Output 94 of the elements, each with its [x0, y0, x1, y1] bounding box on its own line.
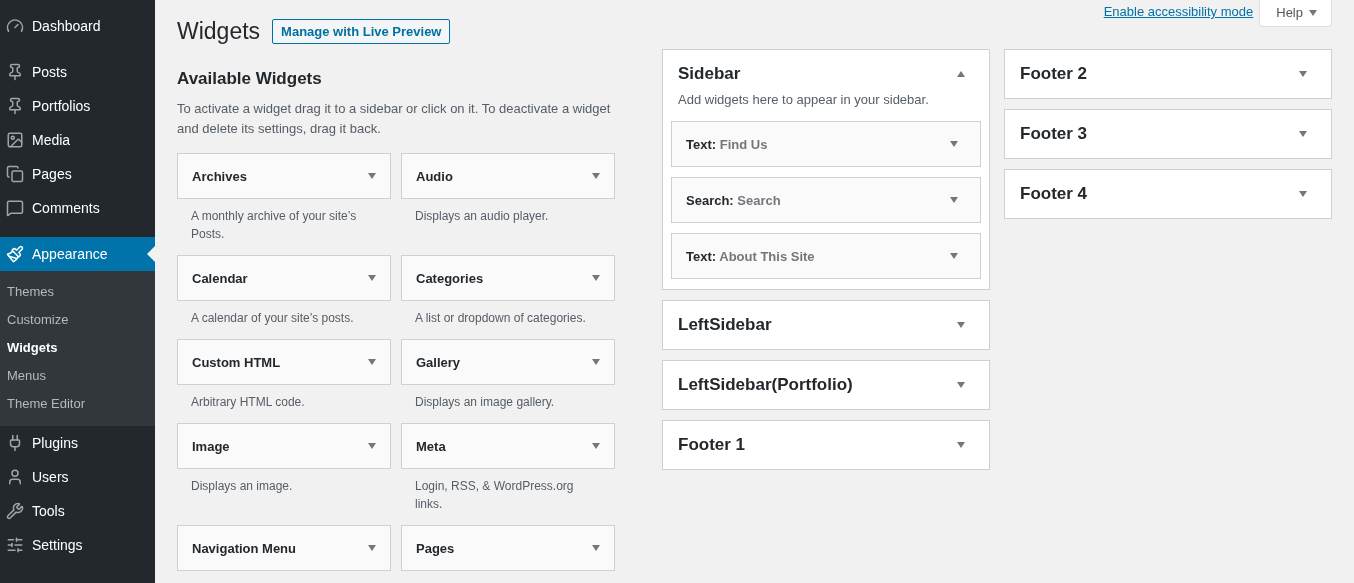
widget-name: Calendar: [192, 270, 248, 286]
caret-icon: [950, 141, 958, 147]
widget-description: A calendar of your site’s posts.: [190, 310, 355, 327]
submenu-item[interactable]: Widgets: [0, 334, 155, 362]
menu-item[interactable]: Users: [0, 460, 155, 494]
widget-item[interactable]: Archives: [177, 153, 391, 199]
widget-name: Text: Find Us: [686, 136, 768, 152]
widget-item[interactable]: Image: [177, 423, 391, 469]
sliders-icon: [6, 536, 24, 554]
caret-icon: [592, 443, 600, 449]
menu-item[interactable]: Pages: [0, 157, 155, 191]
caret-icon: [368, 443, 376, 449]
menu-item[interactable]: Portfolios: [0, 89, 155, 123]
menu-item[interactable]: Appearance: [0, 237, 155, 271]
widget-description: A list or dropdown of categories.: [414, 310, 587, 327]
live-preview-button[interactable]: Manage with Live Preview: [272, 19, 451, 44]
comment-icon: [6, 199, 24, 217]
widget-item[interactable]: Pages: [401, 525, 615, 571]
widget-name: Navigation Menu: [192, 540, 296, 556]
submenu-item[interactable]: Themes: [0, 278, 155, 306]
caret-icon: [592, 359, 600, 365]
menu-item[interactable]: Dashboard: [0, 9, 155, 43]
widget-name: Text: About This Site: [686, 248, 815, 264]
wrench-icon: [6, 502, 24, 520]
widget-area-title: Footer 1: [678, 435, 746, 455]
widget-name: Meta: [416, 438, 446, 454]
gauge-icon: [6, 17, 24, 35]
widget-area-header[interactable]: LeftSidebar: [663, 301, 989, 349]
caret-icon: [368, 275, 376, 281]
widget-area-title: LeftSidebar(Portfolio): [678, 375, 853, 395]
widget-name: Gallery: [416, 354, 461, 370]
widget-description: Displays an image.: [190, 478, 294, 495]
widget-area-title: Footer 3: [1020, 124, 1088, 144]
widget-item[interactable]: Search: Search: [671, 177, 981, 223]
submenu-item[interactable]: Customize: [0, 306, 155, 334]
widget-item[interactable]: Gallery: [401, 339, 615, 385]
widget-area-header[interactable]: Footer 2: [1005, 50, 1331, 98]
widget-name: Pages: [416, 540, 455, 556]
pages-icon: [6, 165, 24, 183]
widget-item[interactable]: Text: About This Site: [671, 233, 981, 279]
widget-description: Displays an audio player.: [414, 208, 550, 225]
pin-icon: [6, 97, 24, 115]
widget-item[interactable]: Text: Find Us: [671, 121, 981, 167]
menu-item[interactable]: Comments: [0, 191, 155, 225]
caret-icon: [368, 359, 376, 365]
widget-area-title: Footer 4: [1020, 184, 1088, 204]
widget-name: Search: Search: [686, 192, 781, 208]
caret-icon: [1309, 9, 1317, 16]
caret-icon: [592, 545, 600, 551]
caret-icon: [592, 173, 600, 179]
widget-description: Displays an image gallery.: [414, 394, 556, 411]
widget-area-title: LeftSidebar: [678, 315, 772, 335]
widget-description: A monthly archive of your site’s Posts.: [190, 208, 358, 243]
widget-area-description: Add widgets here to appear in your sidebar.: [677, 92, 930, 109]
section-description: To activate a widget drag it to a sidebar or click on it. To deactivate a widget and delete its settings, drag it back.: [177, 100, 612, 138]
accessibility-link[interactable]: Enable accessibility mode: [1103, 4, 1254, 19]
widget-item[interactable]: Categories: [401, 255, 615, 301]
widget-area-title: Sidebar: [678, 64, 741, 84]
menu-item[interactable]: Media: [0, 123, 155, 157]
widget-area-header[interactable]: LeftSidebar(Portfolio): [663, 361, 989, 409]
widget-description: Login, RSS, & WordPress.org links.: [414, 478, 575, 513]
menu-item[interactable]: Settings: [0, 528, 155, 562]
caret-icon: [368, 545, 376, 551]
widget-area-title: Footer 2: [1020, 64, 1088, 84]
caret-icon: [592, 275, 600, 281]
section-title: Available Widgets: [177, 69, 323, 89]
widget-name: Audio: [416, 168, 453, 184]
widget-name: Custom HTML: [192, 354, 281, 370]
page-title: Widgets: [177, 18, 261, 45]
menu-item[interactable]: Tools: [0, 494, 155, 528]
widget-item[interactable]: Audio: [401, 153, 615, 199]
widget-name: Image: [192, 438, 230, 454]
widget-name: Categories: [416, 270, 484, 286]
submenu-item[interactable]: Theme Editor: [0, 390, 155, 418]
widget-area-header[interactable]: Footer 3: [1005, 110, 1331, 158]
help-button[interactable]: Help: [1259, 0, 1332, 27]
caret-icon: [368, 173, 376, 179]
widget-description: Arbitrary HTML code.: [190, 394, 306, 411]
user-icon: [6, 468, 24, 486]
widget-item[interactable]: Calendar: [177, 255, 391, 301]
widget-item[interactable]: Navigation Menu: [177, 525, 391, 571]
submenu-item[interactable]: Menus: [0, 362, 155, 390]
widget-item[interactable]: Meta: [401, 423, 615, 469]
image-icon: [6, 131, 24, 149]
caret-icon: [950, 197, 958, 203]
widget-area-header[interactable]: Footer 4: [1005, 170, 1331, 218]
caret-icon: [950, 253, 958, 259]
pin-icon: [6, 63, 24, 81]
paintbrush-icon: [6, 245, 24, 263]
widget-item[interactable]: Custom HTML: [177, 339, 391, 385]
widget-area-header[interactable]: Footer 1: [663, 421, 989, 469]
widget-name: Archives: [192, 168, 247, 184]
menu-item[interactable]: Posts: [0, 55, 155, 89]
menu-item[interactable]: Plugins: [0, 426, 155, 460]
